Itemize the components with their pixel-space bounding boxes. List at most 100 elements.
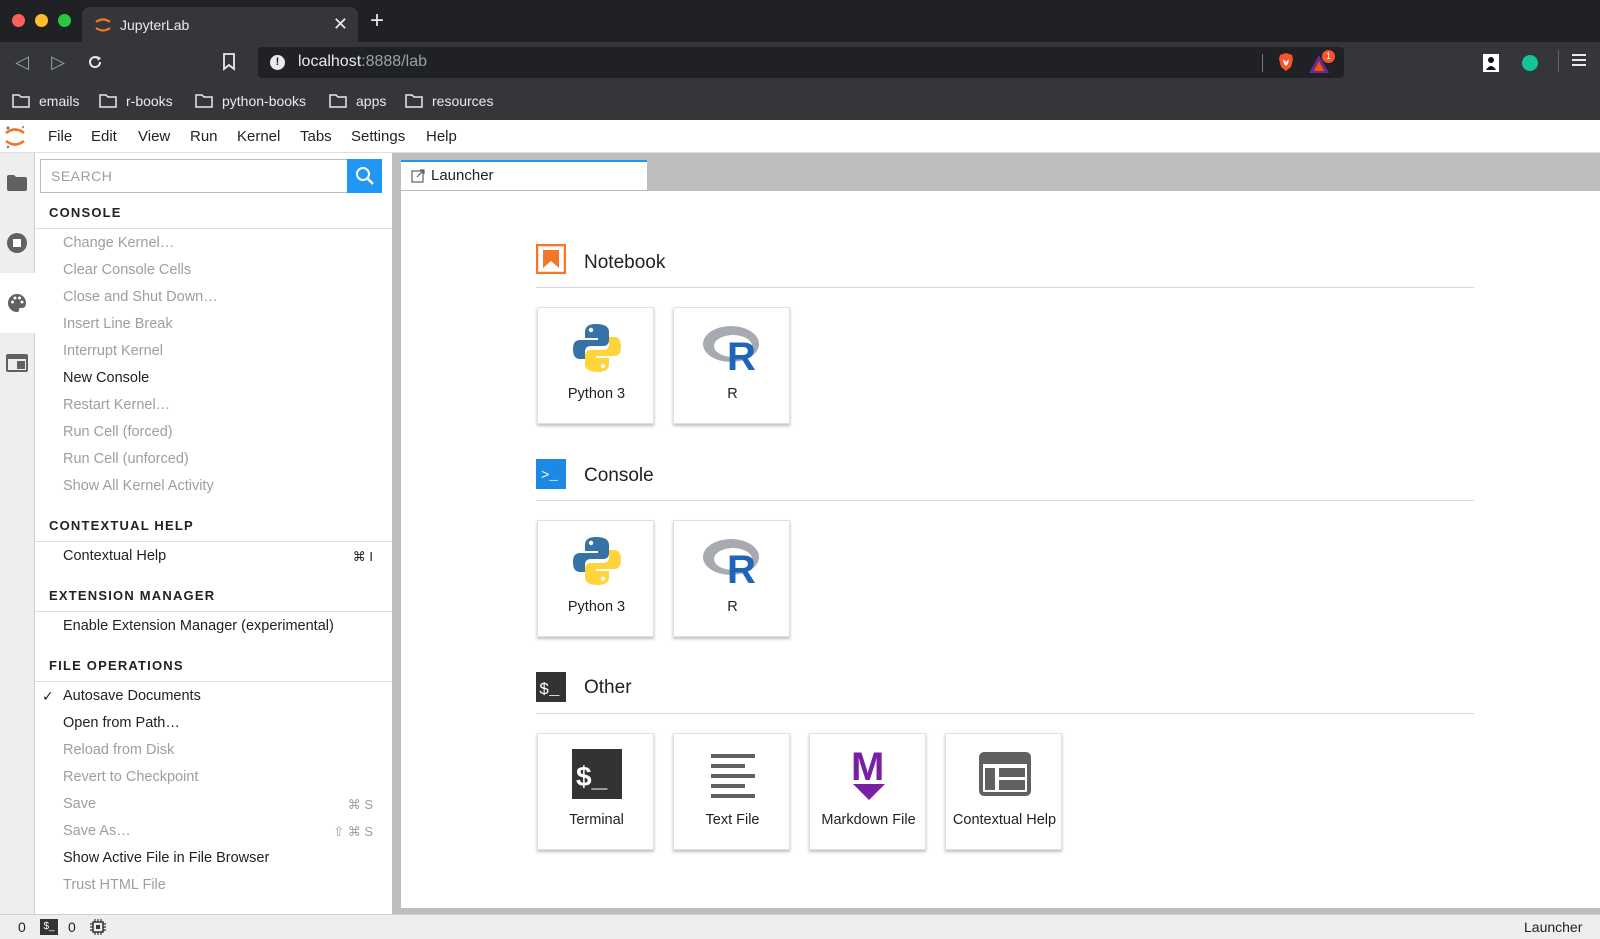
command-item[interactable]: Contextual Help ⌘ I [35, 543, 392, 570]
command-item-label: Reload from Disk [63, 742, 175, 758]
back-icon[interactable]: ◁ [10, 50, 34, 74]
omnibox-divider [1262, 54, 1263, 72]
console-python3-card[interactable]: Python 3 [537, 520, 654, 637]
command-item[interactable]: Run Cell (unforced) [35, 446, 392, 473]
status-bar: 0 $_ 0 Launcher [0, 914, 1600, 939]
console-r-card[interactable]: R R [673, 520, 790, 637]
command-item[interactable]: Insert Line Break [35, 311, 392, 338]
command-item[interactable]: Revert to Checkpoint [35, 764, 392, 791]
browser-menu-icon[interactable] [1572, 52, 1586, 71]
command-item[interactable]: Show All Kernel Activity [35, 473, 392, 500]
menu-view[interactable]: View [138, 128, 170, 145]
command-item[interactable]: Trust HTML File [35, 872, 392, 899]
notebook-section-title: Notebook [584, 252, 666, 273]
markdown-file-card[interactable]: M Markdown File [809, 733, 926, 850]
command-item-label: Restart Kernel… [63, 397, 171, 413]
file-browser-tab[interactable] [0, 153, 34, 213]
command-item[interactable]: Change Kernel… [35, 230, 392, 257]
contextual-help-icon [946, 744, 1063, 804]
terminal-card[interactable]: $_ Terminal [537, 733, 654, 850]
grammarly-extension-icon[interactable] [1521, 54, 1539, 75]
command-shortcut: ⌘ I [352, 549, 373, 564]
bookmark-page-icon[interactable] [217, 50, 241, 74]
browser-tab-title: JupyterLab [120, 17, 190, 33]
address-url: localhost:8888/lab [298, 53, 427, 71]
command-item[interactable]: Clear Console Cells [35, 257, 392, 284]
bookmark-folder-apps[interactable]: apps [329, 91, 386, 111]
command-item[interactable]: ✓ Autosave Documents [35, 683, 392, 710]
menu-file[interactable]: File [48, 128, 72, 145]
command-item[interactable]: Enable Extension Manager (experimental) [35, 613, 392, 640]
command-item-label: Close and Shut Down… [63, 289, 218, 305]
menu-run[interactable]: Run [190, 128, 218, 145]
menu-kernel[interactable]: Kernel [237, 128, 280, 145]
status-active-panel: Launcher [1524, 919, 1583, 935]
jupyter-logo-icon [5, 126, 25, 149]
command-item-label: Autosave Documents [63, 688, 201, 704]
new-tab-button[interactable]: + [370, 9, 384, 33]
command-section-header: FILE OPERATIONS [35, 649, 392, 682]
close-window-button[interactable] [12, 14, 25, 27]
command-item[interactable]: Interrupt Kernel [35, 338, 392, 365]
bookmark-folder-r-books[interactable]: r-books [99, 91, 173, 111]
command-shortcut: ⌘ S [347, 797, 373, 812]
card-label: Text File [705, 812, 760, 828]
bookmark-folder-python-books[interactable]: python-books [195, 91, 306, 111]
card-label: Python 3 [567, 599, 626, 615]
command-item[interactable]: Close and Shut Down… [35, 284, 392, 311]
address-bar[interactable]: ! localhost:8888/lab 1 [258, 47, 1344, 78]
r-logo-icon: R [674, 531, 791, 591]
open-tabs-tab[interactable] [0, 333, 34, 393]
command-item-label: Show Active File in File Browser [63, 850, 270, 866]
kernels-count[interactable]: 0 [68, 919, 76, 935]
command-item[interactable]: Restart Kernel… [35, 392, 392, 419]
console-section-icon: >_ [536, 459, 566, 489]
folder-icon [405, 94, 423, 108]
bookmark-label: resources [432, 93, 494, 109]
r-letter: R [727, 548, 756, 587]
left-sidebar-tabs [0, 153, 35, 914]
tab-launcher[interactable]: Launcher [401, 160, 647, 190]
command-item[interactable]: Run Cell (forced) [35, 419, 392, 446]
terminals-count[interactable]: 0 [18, 919, 26, 935]
menu-edit[interactable]: Edit [91, 128, 117, 145]
running-sessions-tab[interactable] [0, 213, 34, 273]
reload-icon[interactable] [83, 50, 107, 74]
brave-shields-icon[interactable] [1276, 52, 1296, 72]
command-item[interactable]: Show Active File in File Browser [35, 845, 392, 872]
notebook-python3-card[interactable]: Python 3 [537, 307, 654, 424]
other-section-icon: $_ [536, 672, 566, 702]
text-file-card[interactable]: Text File [673, 733, 790, 850]
notebook-r-card[interactable]: R R [673, 307, 790, 424]
command-search-input[interactable] [41, 160, 341, 192]
bookmark-folder-resources[interactable]: resources [405, 91, 493, 111]
browser-tab[interactable]: JupyterLab ✕ [82, 7, 358, 42]
command-item[interactable]: Save ⌘ S [35, 791, 392, 818]
bookmark-label: r-books [126, 93, 173, 109]
menu-tabs[interactable]: Tabs [300, 128, 332, 145]
terminal-status-icon: $_ [40, 919, 58, 935]
bookmarks-bar: emails r-books python-books apps resourc… [0, 82, 1600, 120]
profile-extension-icon[interactable] [1483, 54, 1499, 75]
command-item[interactable]: Open from Path… [35, 710, 392, 737]
command-item[interactable]: New Console [35, 365, 392, 392]
site-info-icon[interactable]: ! [270, 55, 285, 70]
command-item[interactable]: Reload from Disk [35, 737, 392, 764]
minimize-window-button[interactable] [35, 14, 48, 27]
section-divider [536, 500, 1474, 501]
menu-settings[interactable]: Settings [351, 128, 405, 145]
search-icon [355, 167, 374, 185]
tab-launcher-label: Launcher [431, 167, 494, 184]
command-search-button[interactable] [347, 159, 382, 193]
command-item[interactable]: Save As… ⇧ ⌘ S [35, 818, 392, 845]
menu-help[interactable]: Help [426, 128, 457, 145]
section-divider [536, 713, 1474, 714]
brave-rewards-icon[interactable]: 1 [1308, 50, 1336, 74]
forward-icon[interactable]: ▷ [46, 50, 70, 74]
command-item-label: Interrupt Kernel [63, 343, 163, 359]
maximize-window-button[interactable] [58, 14, 71, 27]
bookmark-folder-emails[interactable]: emails [12, 91, 79, 111]
command-palette-tab[interactable] [0, 273, 35, 333]
contextual-help-card[interactable]: Contextual Help [945, 733, 1062, 850]
close-tab-icon[interactable]: ✕ [333, 14, 348, 35]
